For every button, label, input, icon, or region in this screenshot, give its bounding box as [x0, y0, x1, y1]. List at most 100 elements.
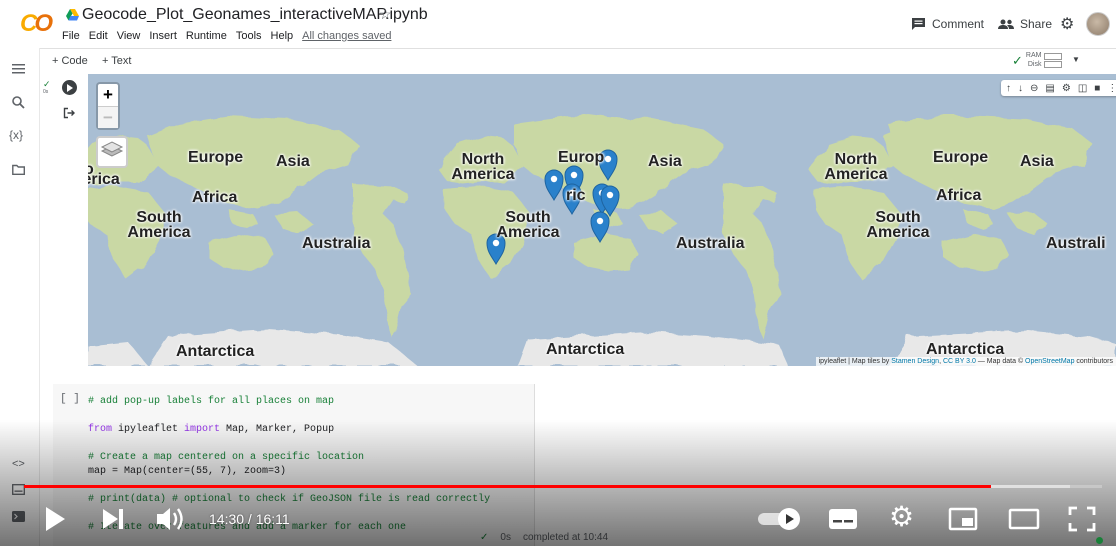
avatar[interactable] — [1086, 12, 1110, 36]
map-attribution: ipyleaflet | Map tiles by Stamen Design,… — [815, 357, 1116, 366]
cell-exec-status: ✓ 0s — [43, 80, 51, 96]
map-label: Asia — [1020, 153, 1054, 170]
map-label: Europe — [933, 149, 989, 166]
menu-view[interactable]: View — [117, 30, 141, 42]
menu-edit[interactable]: Edit — [89, 30, 108, 42]
output-redirect-icon[interactable] — [63, 107, 75, 119]
resource-indicator[interactable]: ✓ RAM Disk — [1012, 51, 1063, 69]
zoom-out-button[interactable]: − — [98, 106, 118, 128]
move-down-icon[interactable]: ↓ — [1018, 83, 1023, 94]
code-snippets-icon[interactable]: <> — [12, 458, 25, 470]
mirror-cell-icon[interactable]: ◫ — [1078, 83, 1087, 94]
osm-link[interactable]: OpenStreetMap — [1025, 358, 1074, 365]
code-line-3: from ipyleaflet import Map, Marker, Popu… — [88, 423, 334, 437]
cell-run-bracket[interactable]: [ ] — [60, 392, 80, 406]
play-icon[interactable] — [44, 506, 66, 532]
map-label: Antarctica — [926, 341, 1005, 358]
map-label: Australia — [302, 235, 371, 252]
menu-icon[interactable] — [12, 64, 25, 74]
next-icon[interactable] — [102, 508, 124, 530]
layers-control[interactable] — [96, 136, 128, 168]
connection-dot — [1096, 537, 1103, 544]
comment-button[interactable]: Comment — [912, 17, 984, 31]
volume-icon[interactable] — [156, 506, 186, 532]
chevron-down-icon[interactable]: ▼ — [1072, 55, 1080, 64]
attribution-mid: — Map data © — [975, 358, 1026, 365]
disk-label: Disk — [1027, 61, 1042, 68]
time-separator: / — [244, 511, 256, 527]
exec-time: 0s — [43, 89, 49, 95]
miniplayer-icon[interactable] — [948, 507, 978, 531]
code-editor[interactable]: [ ] # add pop-up labels for all places o… — [53, 384, 535, 546]
colab-header: CO Geocode_Plot_Geonames_interactiveMAP.… — [0, 0, 1116, 48]
cell-settings-icon[interactable]: ⚙ — [1062, 83, 1071, 94]
stamen-link[interactable]: Stamen Design — [891, 358, 939, 365]
map-label: ierica — [88, 171, 120, 188]
map-label: Antarctica — [546, 341, 625, 358]
add-code-button[interactable]: + Code — [52, 55, 88, 67]
save-status[interactable]: All changes saved — [302, 30, 391, 42]
code-line-6: map = Map(center=(55, 7), zoom=3) — [88, 466, 287, 477]
layers-icon — [100, 141, 124, 157]
map-label: Africa — [192, 189, 238, 206]
map-label: South America — [496, 209, 560, 241]
map-label: ric — [566, 187, 586, 204]
menu-tools[interactable]: Tools — [236, 30, 262, 42]
map-label: South America — [127, 209, 191, 241]
attribution-suffix: contributors — [1074, 358, 1113, 365]
import-names: Map, Marker, Popup — [220, 424, 335, 435]
comment-cell-icon[interactable]: ▤ — [1045, 83, 1054, 94]
add-text-button[interactable]: + Text — [102, 55, 131, 67]
menu-file[interactable]: File — [62, 30, 80, 42]
video-progress-bar[interactable] — [24, 485, 1102, 488]
map-label: North America — [451, 151, 515, 183]
fullscreen-icon[interactable] — [1068, 506, 1096, 532]
status-completed: completed at 10:44 — [522, 532, 609, 543]
folder-icon[interactable] — [12, 164, 25, 175]
menu-insert[interactable]: Insert — [149, 30, 177, 42]
map-label: Antarctica — [176, 343, 255, 360]
cell-toolbar: ↑ ↓ ⊖ ▤ ⚙ ◫ ■ ⋮ — [1001, 80, 1116, 96]
subtitles-icon[interactable] — [828, 507, 858, 531]
menu-help[interactable]: Help — [271, 30, 294, 42]
map-label: Australi — [1046, 235, 1106, 252]
map-label: Europ — [558, 149, 605, 166]
map-label: Asia — [276, 153, 310, 170]
comment-label: Comment — [932, 17, 985, 31]
duration: 16:11 — [255, 511, 290, 527]
more-options-icon[interactable]: ⋮ — [1107, 83, 1116, 94]
map-label: South America — [866, 209, 930, 241]
theater-mode-icon[interactable] — [1008, 507, 1040, 531]
leaflet-map[interactable]: EuropeAsiaoiericaAfricaSouth AmericaAust… — [88, 74, 1116, 366]
notebook-title[interactable]: Geocode_Plot_Geonames_interactiveMAP.ipy… — [82, 6, 428, 24]
code-cell-map[interactable]: ✓ 0s Europe Asia o rica Africa South Ame… — [40, 72, 1116, 372]
module-name: ipyleaflet — [112, 424, 185, 435]
video-settings-gear-icon[interactable]: ⚙ — [889, 500, 914, 533]
map-tiles[interactable] — [88, 74, 1116, 366]
autoplay-toggle-icon[interactable] — [757, 507, 803, 531]
move-up-icon[interactable]: ↑ — [1006, 83, 1011, 94]
code-line-8: # print(data) # optional to check if Geo… — [88, 494, 491, 505]
ram-bar — [1044, 52, 1063, 60]
license-link[interactable]: CC BY 3.0 — [943, 358, 976, 365]
terminal-icon[interactable] — [12, 511, 25, 522]
menu-runtime[interactable]: Runtime — [186, 30, 227, 42]
share-label: Share — [1020, 17, 1053, 31]
status-check-icon: ✓ — [480, 532, 489, 543]
share-button[interactable]: Share — [998, 17, 1052, 31]
variables-icon[interactable]: {x} — [9, 128, 23, 142]
map-label: North America — [824, 151, 888, 183]
run-cell-button[interactable] — [62, 80, 77, 95]
settings-gear-icon[interactable]: ⚙ — [1060, 14, 1074, 34]
map-label: Africa — [936, 187, 982, 204]
keyword-from: from — [88, 424, 113, 435]
colab-logo[interactable]: CO — [20, 10, 53, 38]
star-icon[interactable]: ☆ — [379, 6, 392, 23]
delete-icon[interactable]: ■ — [1094, 83, 1100, 94]
disk-bar — [1044, 60, 1063, 68]
link-icon[interactable]: ⊖ — [1030, 83, 1038, 94]
status-bar: ✓ 0s completed at 10:44 — [480, 532, 608, 543]
zoom-in-button[interactable]: + — [98, 84, 118, 106]
search-icon[interactable] — [12, 96, 25, 109]
status-elapsed: 0s — [500, 532, 511, 543]
